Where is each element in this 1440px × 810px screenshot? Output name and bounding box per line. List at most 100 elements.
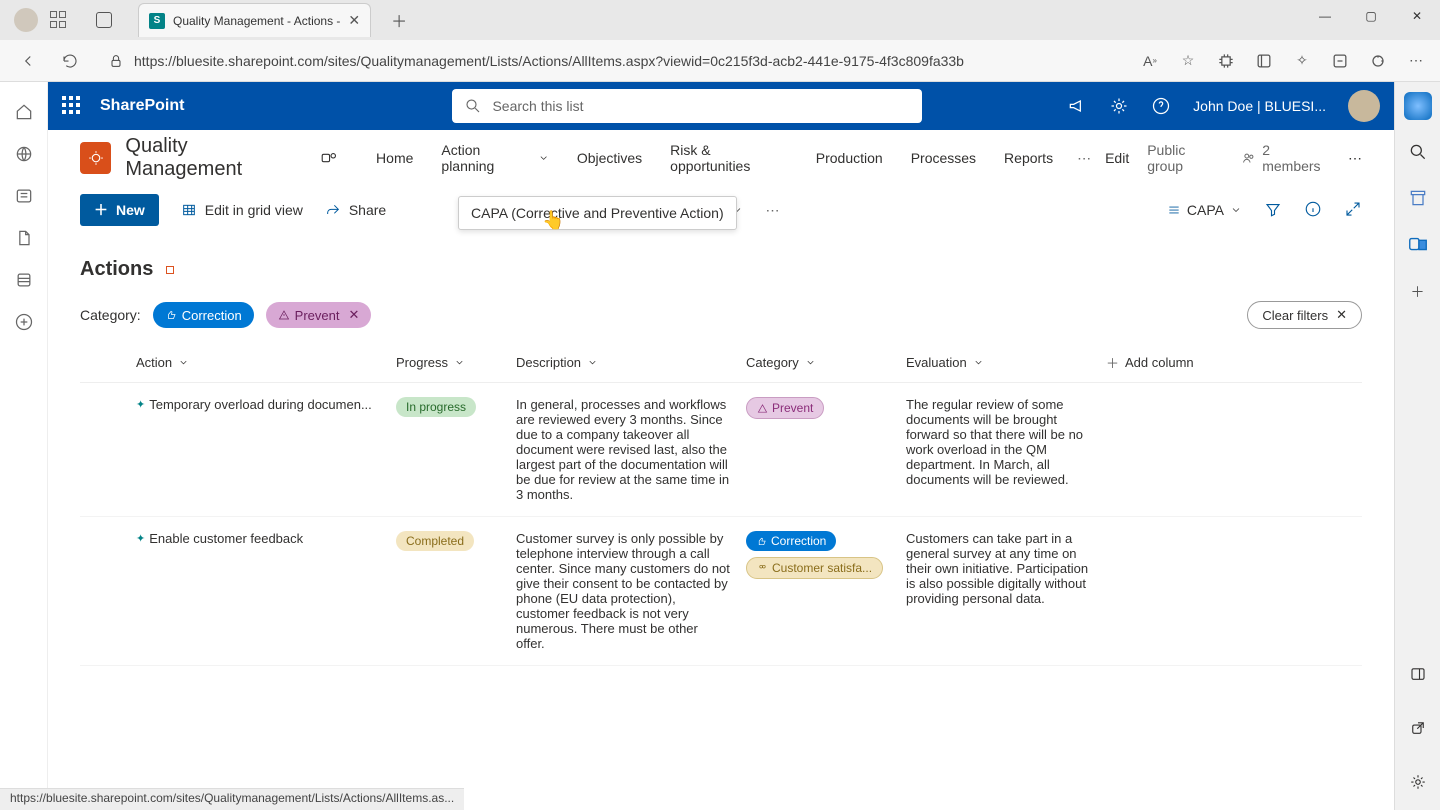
refresh-button[interactable] <box>56 47 84 75</box>
table-row[interactable]: ✦Enable customer feedbackCompletedCustom… <box>80 517 1362 666</box>
cmd-overflow-icon[interactable]: ⋯ <box>765 202 779 219</box>
news-rail-icon[interactable] <box>14 186 34 206</box>
filter-row: Category: Correction Prevent ✕ Clear fil… <box>80 301 1362 329</box>
nav-production[interactable]: Production <box>816 142 883 174</box>
maximize-button[interactable]: ▢ <box>1348 0 1394 32</box>
window-controls: ― ▢ ✕ <box>1302 0 1440 32</box>
bing-icon[interactable] <box>1404 92 1432 120</box>
collections-icon[interactable] <box>1254 51 1274 71</box>
list-icon <box>1167 203 1181 217</box>
user-label[interactable]: John Doe | BLUESI... <box>1193 98 1326 114</box>
url-input[interactable]: https://bluesite.sharepoint.com/sites/Qu… <box>98 46 1126 76</box>
list-body: Actions Category: Correction Prevent ✕ C… <box>48 234 1394 810</box>
group-label: Public group <box>1147 142 1223 174</box>
col-progress[interactable]: Progress <box>396 355 516 370</box>
create-rail-icon[interactable] <box>14 312 34 332</box>
search-placeholder: Search this list <box>492 98 583 114</box>
share-button[interactable]: Share <box>325 202 386 218</box>
lists-rail-icon[interactable] <box>14 270 34 290</box>
external-link-icon[interactable] <box>1404 714 1432 742</box>
settings-sidebar-icon[interactable] <box>1404 768 1432 796</box>
suite-header: SharePoint Search this list John Doe | B… <box>48 82 1394 130</box>
site-header: Quality Management Home Action planning O… <box>48 130 1394 186</box>
reading-mode-icon[interactable]: A» <box>1140 51 1160 71</box>
extensions-icon[interactable] <box>1216 51 1236 71</box>
site-name[interactable]: Quality Management <box>125 135 306 181</box>
files-rail-icon[interactable] <box>14 228 34 248</box>
chevron-down-icon <box>1230 204 1242 216</box>
help-icon[interactable] <box>1151 96 1171 116</box>
list-title: Actions <box>80 258 153 281</box>
more-icon[interactable]: ⋯ <box>1406 51 1426 71</box>
globe-rail-icon[interactable] <box>14 144 34 164</box>
grid-header: Action Progress Description Category Eva… <box>80 343 1362 383</box>
lock-icon <box>108 53 124 69</box>
nav-objectives[interactable]: Objectives <box>577 142 642 174</box>
members-link[interactable]: 2 members <box>1241 142 1330 174</box>
teams-icon[interactable] <box>320 149 338 167</box>
filter-pill-prevent[interactable]: Prevent ✕ <box>266 302 372 328</box>
site-logo[interactable] <box>80 142 111 174</box>
new-tab-button[interactable]: ＋ <box>391 8 407 32</box>
col-category[interactable]: Category <box>746 355 906 370</box>
shopping-icon[interactable] <box>1404 184 1432 212</box>
col-add-column[interactable]: ＋ Add column <box>1106 353 1286 372</box>
nav-risk-opportunities[interactable]: Risk & opportunities <box>670 142 788 174</box>
tab-title: Quality Management - Actions - <box>173 14 340 28</box>
nav-processes[interactable]: Processes <box>911 142 976 174</box>
edit-link[interactable]: Edit <box>1105 150 1129 166</box>
list-grid: Action Progress Description Category Eva… <box>80 343 1362 666</box>
filter-pill-correction[interactable]: Correction <box>153 302 254 328</box>
app-launcher-icon[interactable] <box>62 96 82 116</box>
browser-tab[interactable]: S Quality Management - Actions - ✕ <box>138 3 371 37</box>
favorite-icon[interactable]: ☆ <box>1178 51 1198 71</box>
filter-icon[interactable] <box>1264 200 1282 221</box>
info-icon[interactable] <box>1304 200 1322 221</box>
outlook-icon[interactable] <box>1404 230 1432 258</box>
home-rail-icon[interactable] <box>14 102 34 122</box>
megaphone-icon[interactable] <box>1067 96 1087 116</box>
category-label: Category: <box>80 307 141 323</box>
nav-home[interactable]: Home <box>376 142 413 174</box>
downloads-icon[interactable] <box>1330 51 1350 71</box>
search-icon <box>464 97 482 115</box>
close-tab-icon[interactable]: ✕ <box>348 12 360 29</box>
nav-reports[interactable]: Reports <box>1004 142 1053 174</box>
left-rail <box>0 82 48 810</box>
gear-icon[interactable] <box>1109 96 1129 116</box>
col-evaluation[interactable]: Evaluation <box>906 355 1106 370</box>
window-titlebar: S Quality Management - Actions - ✕ ＋ ― ▢… <box>0 0 1440 40</box>
plus-sidebar-icon[interactable]: ＋ <box>1404 278 1432 306</box>
search-input[interactable]: Search this list <box>452 89 922 123</box>
status-bar: https://bluesite.sharepoint.com/sites/Qu… <box>0 788 464 810</box>
expand-icon[interactable] <box>1344 200 1362 221</box>
page-content: SharePoint Search this list John Doe | B… <box>48 82 1394 810</box>
profile-icon[interactable] <box>14 8 38 32</box>
minimize-button[interactable]: ― <box>1302 0 1348 32</box>
col-description[interactable]: Description <box>516 355 746 370</box>
close-window-button[interactable]: ✕ <box>1394 0 1440 32</box>
favorites-bar-icon[interactable]: ✧ <box>1292 51 1312 71</box>
sidebar-toggle-icon[interactable] <box>1404 660 1432 688</box>
brand-label[interactable]: SharePoint <box>100 97 184 115</box>
tab-actions-icon[interactable] <box>96 12 112 28</box>
site-more-icon[interactable]: ⋯ <box>1348 150 1362 167</box>
avatar[interactable] <box>1348 90 1380 122</box>
search-sidebar-icon[interactable] <box>1404 138 1432 166</box>
warning-icon <box>278 309 290 321</box>
nav-overflow-icon[interactable]: ⋯ <box>1077 150 1091 167</box>
edit-grid-button[interactable]: Edit in grid view <box>181 202 303 218</box>
col-action[interactable]: Action <box>136 355 396 370</box>
url-text: https://bluesite.sharepoint.com/sites/Qu… <box>134 53 964 69</box>
edge-sidebar: ＋ <box>1394 82 1440 810</box>
nav-action-planning[interactable]: Action planning <box>441 142 548 174</box>
workspaces-icon[interactable] <box>50 11 68 29</box>
performance-icon[interactable] <box>1368 51 1388 71</box>
thumbs-up-icon <box>165 309 177 321</box>
new-button[interactable]: ＋ New <box>80 194 159 226</box>
clear-filters-button[interactable]: Clear filters ✕ <box>1247 301 1362 329</box>
view-selector[interactable]: CAPA <box>1167 202 1242 218</box>
edit-title-icon[interactable] <box>163 263 177 277</box>
table-row[interactable]: ✦Temporary overload during documen...In … <box>80 383 1362 517</box>
back-button[interactable] <box>14 47 42 75</box>
